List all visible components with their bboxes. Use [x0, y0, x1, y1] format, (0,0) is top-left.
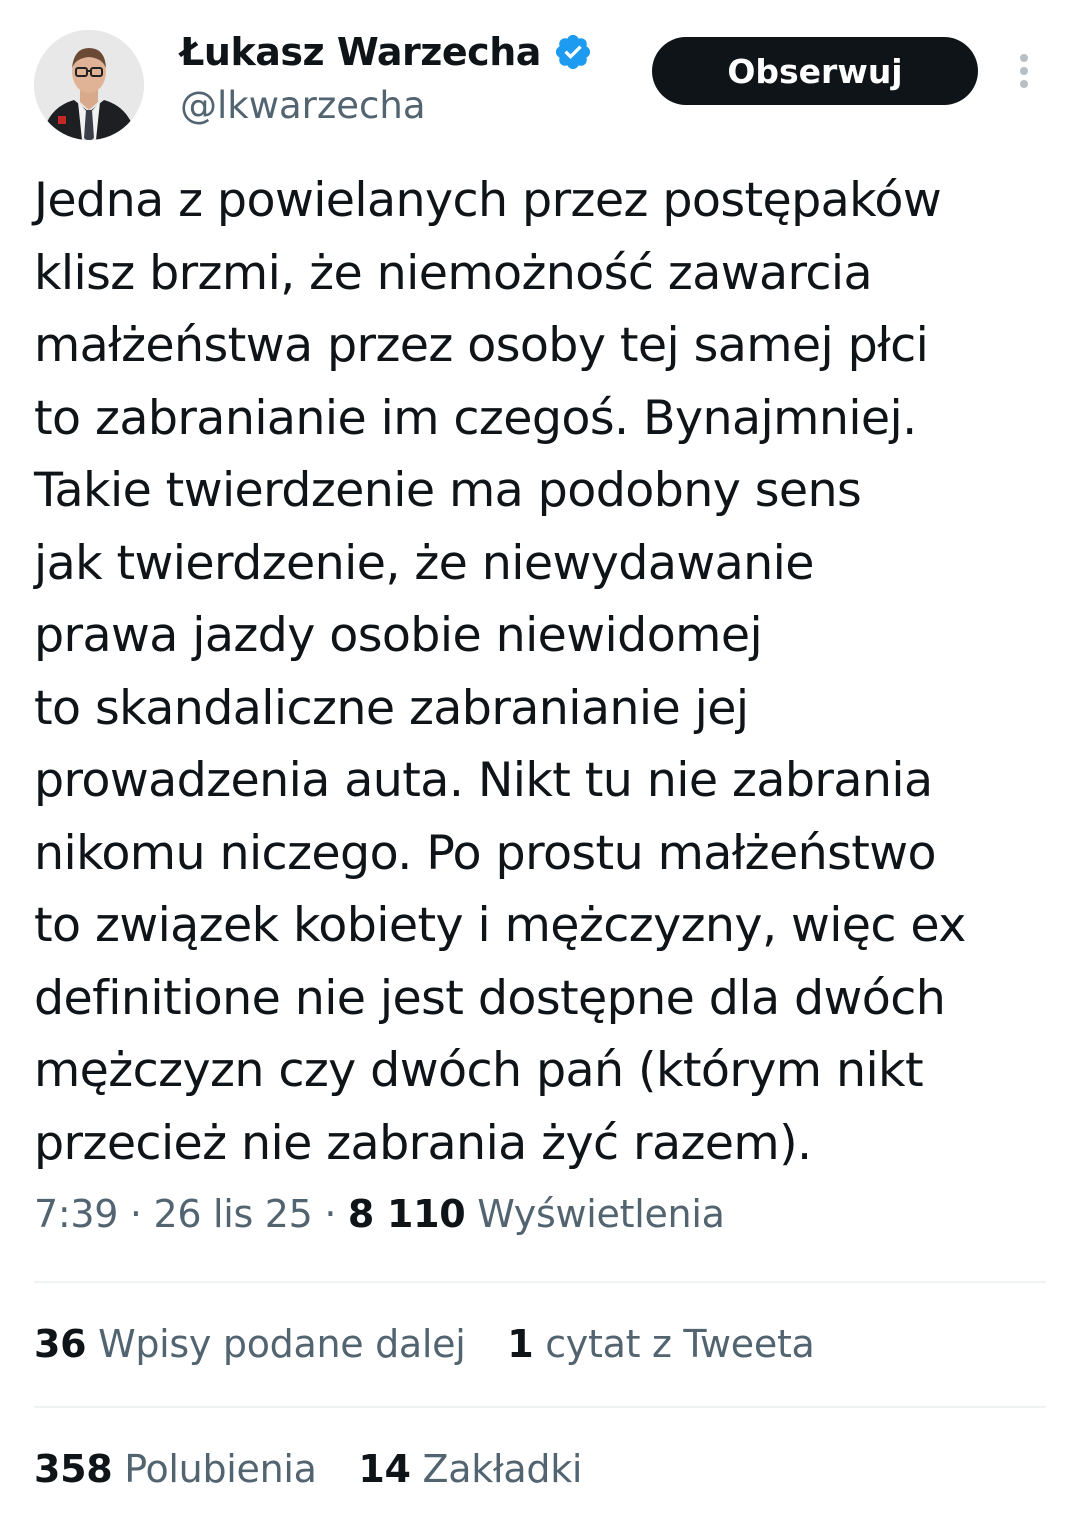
tweet-text-line: Jedna z powielanych przez postępaków — [34, 173, 942, 228]
verified-badge-icon[interactable] — [553, 32, 593, 72]
tweet-text-line: Takie twierdzenie ma podobny sens — [34, 463, 862, 518]
tweet-text-line: definitione nie jest dostępne dla dwóch — [34, 970, 946, 1026]
avatar[interactable] — [34, 30, 144, 140]
views-count: 8 110 — [347, 1192, 466, 1236]
tweet-time[interactable]: 7:39 — [34, 1192, 118, 1236]
likes-count: 358 — [34, 1447, 113, 1491]
tweet-text-line: to skandaliczne zabranianie jej — [34, 680, 749, 736]
bookmarks-label: Zakładki — [422, 1447, 583, 1491]
stats-row-shares: 36 Wpisy podane dalej 1 cytat z Tweeta — [34, 1322, 845, 1366]
display-name-row: Łukasz Warzecha — [180, 28, 593, 76]
views-label: Wyświetlenia — [477, 1192, 725, 1236]
retweets-stat[interactable]: 36 Wpisy podane dalej — [34, 1322, 466, 1366]
tweet-text-line: małżeństwa przez osoby tej samej płci — [34, 318, 929, 373]
tweet-meta: 7:39 · 26 lis 25 · 8 110 Wyświetlenia — [34, 1192, 725, 1236]
tweet-text-line: to związek kobiety i mężczyzny, więc ex — [34, 898, 966, 953]
tweet-text-line: przecież nie zabrania żyć razem). — [34, 1115, 812, 1171]
divider — [34, 1281, 1046, 1283]
avatar-photo — [34, 30, 144, 140]
quotes-stat[interactable]: 1 cytat z Tweeta — [507, 1322, 815, 1366]
bookmarks-count: 14 — [358, 1447, 411, 1491]
quotes-count: 1 — [507, 1322, 534, 1366]
tweet-text-line: to zabranianie im czegoś. Bynajmniej. — [34, 390, 917, 446]
tweet-text-line: nikomu niczego. Po prostu małżeństwo — [34, 825, 937, 881]
retweets-label: Wpisy podane dalej — [98, 1322, 466, 1366]
tweet-text-line: klisz brzmi, że niemożność zawarcia — [34, 245, 873, 301]
tweet-date[interactable]: 26 lis 25 — [153, 1192, 312, 1236]
follow-button[interactable]: Obserwuj — [652, 37, 978, 105]
meta-separator: · — [118, 1192, 154, 1236]
tweet-header: Łukasz Warzecha @lkwarzecha Obserwuj — [0, 0, 1080, 150]
stats-row-likes: 358 Polubienia 14 Zakładki — [34, 1447, 612, 1491]
more-vertical-icon[interactable] — [1010, 50, 1038, 92]
likes-stat[interactable]: 358 Polubienia — [34, 1447, 317, 1491]
tweet-text: Jedna z powielanych przez postępaków kli… — [34, 165, 1054, 1180]
author-handle[interactable]: @lkwarzecha — [180, 84, 593, 127]
tweet-text-line: jak twierdzenie, że niewydawanie — [34, 535, 814, 591]
tweet-text-line: mężczyzn czy dwóch pań (którym nikt — [34, 1043, 924, 1098]
author-block: Łukasz Warzecha @lkwarzecha — [180, 28, 593, 127]
display-name[interactable]: Łukasz Warzecha — [180, 30, 541, 74]
likes-label: Polubienia — [124, 1447, 317, 1491]
bookmarks-stat[interactable]: 14 Zakładki — [358, 1447, 582, 1491]
retweets-count: 36 — [34, 1322, 87, 1366]
quotes-label: cytat z Tweeta — [545, 1322, 815, 1366]
meta-separator: · — [312, 1192, 348, 1236]
tweet-text-line: prowadzenia auta. Nikt tu nie zabrania — [34, 753, 933, 808]
tweet-text-line: prawa jazdy osobie niewidomej — [34, 608, 763, 663]
divider — [34, 1406, 1046, 1408]
